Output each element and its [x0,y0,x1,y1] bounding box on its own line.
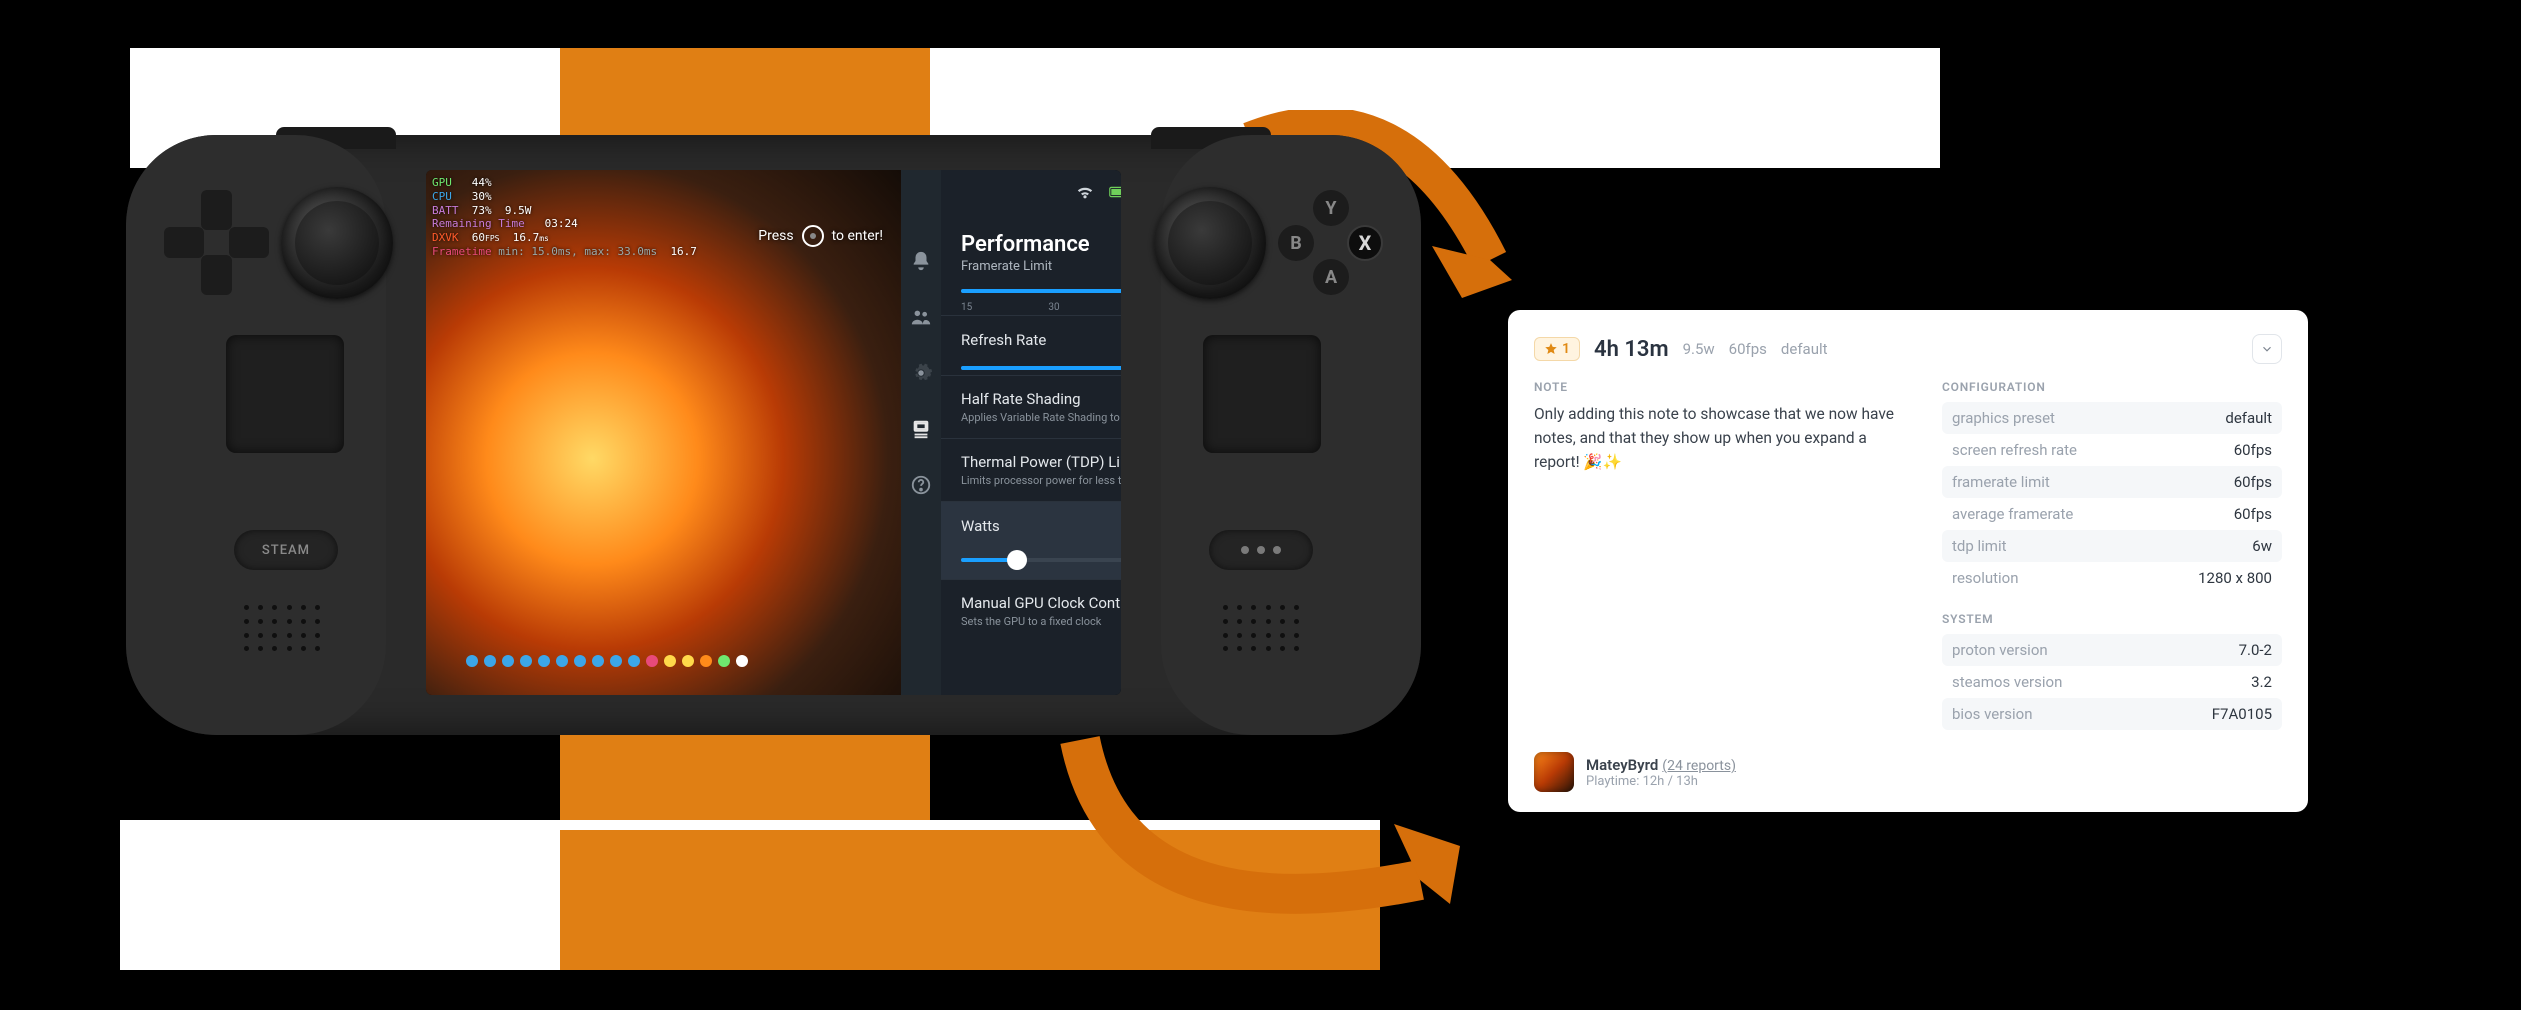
speaker-right [1223,605,1303,655]
game-prompt: Press to enter! [758,225,883,247]
report-duration: 4h 13m [1594,337,1669,362]
quick-menu-rail [901,170,941,695]
config-key: tdp limit [1952,537,2007,555]
dpad-down[interactable] [201,255,232,295]
config-key: proton version [1952,641,2048,659]
a-button[interactable]: A [1313,259,1349,295]
expand-button[interactable] [2252,334,2282,364]
chevron-down-icon [2260,342,2274,356]
config-key: average framerate [1952,505,2073,523]
table-row: resolution 1280 x 800 [1942,562,2282,594]
table-row: framerate limit 60fps [1942,466,2282,498]
gpu-clock-row[interactable]: Manual GPU Clock Control Sets the GPU to… [941,579,1121,642]
performance-icon[interactable] [910,418,932,440]
config-value: 6w [2252,537,2272,555]
stick-icon [802,225,824,247]
config-value: 3.2 [2251,673,2272,691]
friends-icon[interactable] [910,306,932,328]
playtime: Playtime: 12h / 13h [1586,774,1736,789]
report-watts: 9.5w [1683,340,1715,358]
steam-deck-device: Y X A B STEAM GPU 44% CPU 30% BATT 73% 9… [126,135,1421,735]
table-row: graphics preset default [1942,402,2282,434]
half-rate-shading-row[interactable]: Half Rate Shading Applies Variable Rate … [941,375,1121,438]
speaker-left [244,605,324,655]
config-value: 7.0-2 [2239,641,2272,659]
table-row: proton version 7.0-2 [1942,634,2282,666]
dpad-up[interactable] [201,190,232,230]
report-config: CONFIGURATION graphics presetdefaultscre… [1942,380,2282,730]
config-key: framerate limit [1952,473,2050,491]
y-button[interactable]: Y [1313,190,1349,226]
x-button[interactable]: X [1347,225,1383,261]
framerate-limit-label: Framerate Limit [941,259,1121,280]
table-row: average framerate 60fps [1942,498,2282,530]
analog-stick-left[interactable] [281,187,393,299]
steam-button[interactable]: STEAM [234,530,338,570]
trackpad-right[interactable] [1203,335,1321,453]
config-key: resolution [1952,569,2019,587]
dpad-right[interactable] [229,227,269,258]
status-bar: 9:27 PM [1075,180,1121,208]
reporter-name: MateyByrd [1586,756,1658,774]
note-text: Only adding this note to showcase that w… [1534,402,1902,474]
config-value: 60fps [2234,441,2272,459]
game-hotbar [466,655,748,667]
report-card: 1 4h 13m 9.5w 60fps default NOTE Only ad… [1508,310,2308,812]
star-icon [1544,342,1558,356]
avatar [1534,752,1574,792]
wifi-icon [1075,184,1095,204]
dpad-left[interactable] [164,227,204,258]
trackpad-left[interactable] [226,335,344,453]
config-value: 1280 x 800 [2198,569,2272,587]
abxy-cluster: Y X A B [1278,190,1383,295]
config-value: F7A0105 [2212,705,2272,723]
table-row: bios version F7A0105 [1942,698,2282,730]
analog-stick-right[interactable] [1154,187,1266,299]
notifications-icon[interactable] [910,250,932,272]
mangohud-overlay: GPU 44% CPU 30% BATT 73% 9.5W Remaining … [432,176,697,259]
watts-slider[interactable] [941,549,1121,579]
config-value: default [2225,409,2272,427]
config-value: 60fps [2234,473,2272,491]
refresh-rate-slider[interactable] [941,363,1121,375]
table-row: tdp limit 6w [1942,530,2282,562]
config-key: bios version [1952,705,2033,723]
report-footer: MateyByrd (24 reports) Playtime: 12h / 1… [1534,752,2282,792]
reports-link[interactable]: (24 reports) [1662,758,1736,774]
b-button[interactable]: B [1278,225,1314,261]
tdp-limit-row[interactable]: Thermal Power (TDP) Limit Limits process… [941,438,1121,501]
report-fps: 60fps [1729,340,1767,358]
dpad[interactable] [164,190,269,295]
performance-panel: 9:27 PM Performance Framerate Limit 15 3… [941,170,1121,695]
settings-icon[interactable] [910,362,932,384]
config-key: screen refresh rate [1952,441,2077,459]
watts-row[interactable]: Watts 6 [941,501,1121,549]
report-header: 1 4h 13m 9.5w 60fps default [1534,334,2282,364]
device-screen: GPU 44% CPU 30% BATT 73% 9.5W Remaining … [426,170,1121,695]
quick-access-button[interactable] [1209,530,1313,570]
battery-icon [1109,184,1121,204]
config-key: graphics preset [1952,409,2055,427]
help-icon[interactable] [910,474,932,496]
config-value: 60fps [2234,505,2272,523]
refresh-rate-row[interactable]: Refresh Rate 60 [941,315,1121,363]
star-badge: 1 [1534,337,1580,361]
report-note: NOTE Only adding this note to showcase t… [1534,380,1902,730]
table-row: steamos version 3.2 [1942,666,2282,698]
table-row: screen refresh rate 60fps [1942,434,2282,466]
config-key: steamos version [1952,673,2062,691]
game-viewport: GPU 44% CPU 30% BATT 73% 9.5W Remaining … [426,170,901,695]
framerate-limit-slider[interactable]: 15 30 60 OFF [941,280,1121,315]
report-preset: default [1781,340,1828,358]
